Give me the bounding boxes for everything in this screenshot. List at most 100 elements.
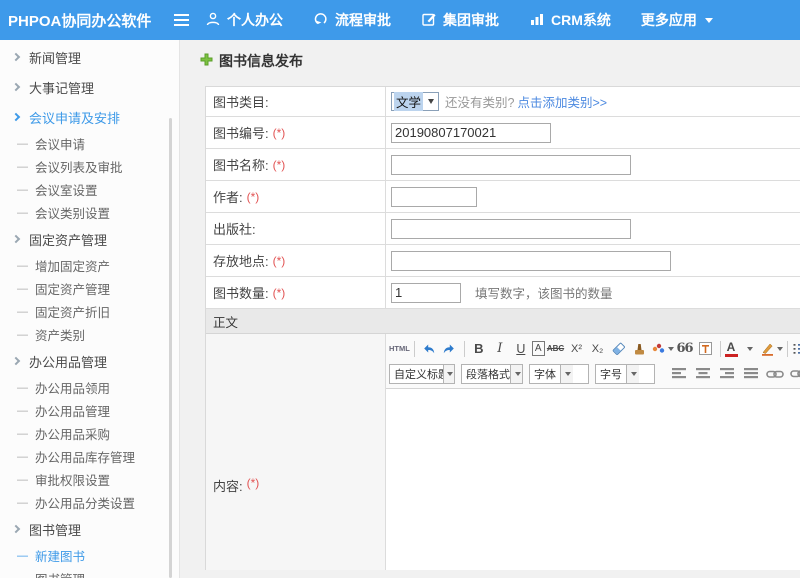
- book-name-input[interactable]: [391, 155, 631, 175]
- align-right-icon[interactable]: [717, 364, 737, 384]
- nav-label: CRM系统: [551, 10, 611, 30]
- sidebar-item-meeting-list-approval[interactable]: 会议列表及审批: [0, 155, 179, 178]
- align-justify-icon[interactable]: [741, 364, 761, 384]
- required-mark: (*): [273, 126, 286, 140]
- nav-group-approval[interactable]: 集团审批: [421, 10, 499, 30]
- nav-flow-approval[interactable]: 流程审批: [313, 10, 391, 30]
- sidebar-item-label: 办公用品库存管理: [35, 447, 135, 466]
- sidebar-item-news-mgmt[interactable]: 新闻管理: [0, 42, 179, 72]
- editor-toolbar-row-2: 自定义标题 段落格式 字体 字号: [389, 361, 800, 386]
- nav-more-apps[interactable]: 更多应用: [641, 10, 713, 30]
- sidebar-item-asset-depreciation[interactable]: 固定资产折旧: [0, 300, 179, 323]
- font-color-button[interactable]: A: [725, 341, 738, 357]
- sidebar-item-label: 会议类别设置: [35, 203, 110, 222]
- align-center-icon[interactable]: [693, 364, 713, 384]
- top-bar: PHPOA协同办公软件 个人办公 流程审批 集团审批 CRM系统 更多应用: [0, 0, 800, 40]
- redo-icon[interactable]: [440, 339, 460, 359]
- sidebar-item-label: 增加固定资产: [35, 256, 110, 275]
- sidebar-item-label: 固定资产管理: [29, 230, 107, 249]
- sidebar-item-asset-category[interactable]: 资产类别: [0, 323, 179, 346]
- sidebar-item-label: 办公用品领用: [35, 378, 110, 397]
- undo-icon[interactable]: [419, 339, 439, 359]
- author-input[interactable]: [391, 187, 477, 207]
- caret-down-icon: [668, 347, 674, 351]
- font-size-select[interactable]: 字号: [595, 364, 655, 384]
- sidebar-item-office-supplies-mgmt[interactable]: 办公用品管理: [0, 346, 179, 376]
- category-select[interactable]: 文学: [391, 92, 439, 111]
- align-left-icon[interactable]: [669, 364, 689, 384]
- custom-title-select[interactable]: 自定义标题: [389, 364, 455, 384]
- book-no-input[interactable]: [391, 123, 551, 143]
- sidebar-item-label: 会议申请及安排: [29, 108, 120, 127]
- nav-label: 更多应用: [641, 10, 697, 30]
- sidebar-item-supplies-claim[interactable]: 办公用品领用: [0, 376, 179, 399]
- caret-down-icon: [777, 347, 783, 351]
- nav-personal-office[interactable]: 个人办公: [205, 10, 283, 30]
- font-border-button[interactable]: A: [532, 341, 545, 356]
- auto-typeset-icon[interactable]: [651, 339, 674, 359]
- caret-down-icon: [510, 365, 522, 383]
- background-color-icon[interactable]: [760, 339, 783, 359]
- format-brush-icon[interactable]: [630, 339, 650, 359]
- editor-content-area[interactable]: [386, 389, 800, 570]
- required-mark: (*): [273, 286, 286, 300]
- add-category-link[interactable]: 点击添加类别>>: [517, 92, 607, 111]
- hamburger-icon[interactable]: [174, 14, 189, 26]
- sidebar-item-book-manage[interactable]: 图书管理: [0, 567, 179, 578]
- form-row-location: 存放地点:(*): [206, 245, 800, 277]
- sidebar-item-meeting-apply-arrange[interactable]: 会议申请及安排: [0, 102, 179, 132]
- caret-down-icon[interactable]: [739, 339, 759, 359]
- editor-toolbar-row-1: HTML B I U A ABC X² X₂: [389, 336, 800, 361]
- subscript-button[interactable]: X₂: [588, 339, 608, 359]
- publisher-input[interactable]: [391, 219, 631, 239]
- sidebar-item-supplies-category[interactable]: 办公用品分类设置: [0, 491, 179, 514]
- sidebar-item-label: 新建图书: [35, 546, 85, 565]
- sidebar-scrollbar[interactable]: [169, 118, 172, 578]
- paragraph-format-select[interactable]: 段落格式: [461, 364, 523, 384]
- sidebar-item-meeting-apply[interactable]: 会议申请: [0, 132, 179, 155]
- sidebar-item-supplies-manage[interactable]: 办公用品管理: [0, 399, 179, 422]
- sidebar-item-meeting-category-settings[interactable]: 会议类别设置: [0, 201, 179, 224]
- sidebar-item-label: 会议申请: [35, 134, 85, 153]
- category-hint: 还没有类别?: [445, 92, 514, 111]
- superscript-button[interactable]: X²: [567, 339, 587, 359]
- app-logo: PHPOA协同办公软件: [0, 10, 170, 31]
- location-input[interactable]: [391, 251, 671, 271]
- underline-button[interactable]: U: [511, 339, 531, 359]
- blockquote-button[interactable]: 66: [675, 339, 695, 359]
- sidebar-item-add-fixed-asset[interactable]: 增加固定资产: [0, 254, 179, 277]
- bar-chart-icon: [529, 12, 545, 29]
- form-row-content: 内容:(*) HTML B I U A ABC X²: [206, 334, 800, 570]
- source-code-button[interactable]: HTML: [389, 339, 410, 359]
- form-row-author: 作者:(*): [206, 181, 800, 213]
- sidebar-item-meeting-room-settings[interactable]: 会议室设置: [0, 178, 179, 201]
- sidebar-item-label: 办公用品采购: [35, 424, 110, 443]
- sidebar-item-label: 图书管理: [29, 520, 81, 539]
- sidebar-item-supplies-purchase[interactable]: 办公用品采购: [0, 422, 179, 445]
- sidebar-item-label: 办公用品管理: [29, 352, 107, 371]
- rich-text-editor: HTML B I U A ABC X² X₂: [386, 334, 800, 570]
- sidebar-item-approval-permission[interactable]: 审批权限设置: [0, 468, 179, 491]
- sidebar: 新闻管理 大事记管理 会议申请及安排 会议申请 会议列表及审批 会议室设置 会议…: [0, 40, 180, 578]
- paste-plain-icon[interactable]: [696, 339, 716, 359]
- sidebar-item-memorabilia-mgmt[interactable]: 大事记管理: [0, 72, 179, 102]
- bold-button[interactable]: B: [469, 339, 489, 359]
- flow-approval-icon: [313, 11, 329, 30]
- sidebar-item-fixed-assets-mgmt[interactable]: 固定资产管理: [0, 224, 179, 254]
- nav-crm-system[interactable]: CRM系统: [529, 10, 611, 30]
- strikethrough-button[interactable]: ABC: [546, 339, 566, 359]
- sidebar-item-fixed-assets-manage[interactable]: 固定资产管理: [0, 277, 179, 300]
- unlink-icon[interactable]: [789, 364, 800, 384]
- italic-button[interactable]: I: [490, 339, 510, 359]
- sidebar-item-new-book[interactable]: 新建图书: [0, 544, 179, 567]
- link-icon[interactable]: [765, 364, 785, 384]
- eraser-icon[interactable]: [609, 339, 629, 359]
- sidebar-item-supplies-inventory[interactable]: 办公用品库存管理: [0, 445, 179, 468]
- sidebar-item-label: 大事记管理: [29, 78, 94, 97]
- sidebar-item-book-mgmt[interactable]: 图书管理: [0, 514, 179, 544]
- sidebar-item-label: 新闻管理: [29, 48, 81, 67]
- ordered-list-icon[interactable]: [792, 339, 800, 359]
- font-family-select[interactable]: 字体: [529, 364, 589, 384]
- sidebar-item-label: 审批权限设置: [35, 470, 110, 489]
- quantity-input[interactable]: [391, 283, 461, 303]
